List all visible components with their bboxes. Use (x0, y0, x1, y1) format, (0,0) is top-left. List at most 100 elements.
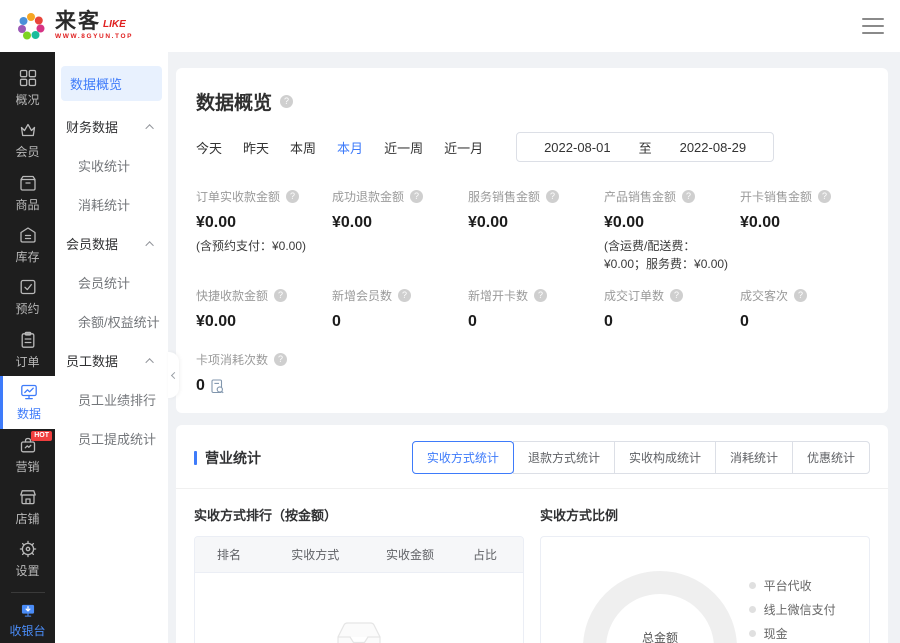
stat-label: 卡项消耗次数 (196, 351, 268, 368)
sidebar-item-cashier[interactable]: 收银台 (0, 586, 55, 639)
submenu-item-balance-stats[interactable]: 余额/权益统计 (55, 302, 168, 341)
sidebar-item-label: 预约 (15, 300, 39, 317)
doc-search-icon[interactable] (211, 379, 224, 394)
help-icon[interactable] (546, 190, 559, 203)
tab-refund-method[interactable]: 退款方式统计 (513, 441, 615, 474)
stat-service-sales: 服务销售金额 ¥0.00 (468, 188, 596, 273)
legend-label: 现金 (764, 625, 788, 642)
tab-receipt-composition[interactable]: 实收构成统计 (614, 441, 716, 474)
stat-value: ¥0.00 (196, 214, 324, 232)
legend-dot (749, 630, 756, 637)
top-header: 来客 LIKE WWW.8GYUN.TOP (0, 0, 900, 52)
submenu-item-staff-ranking[interactable]: 员工业绩排行 (55, 380, 168, 419)
filter-last-week[interactable]: 近一周 (384, 138, 423, 157)
page-title: 数据概览 (196, 88, 272, 115)
help-icon[interactable] (274, 289, 287, 302)
empty-state: 暂无数据 (195, 619, 523, 643)
crown-icon (19, 121, 37, 139)
sidebar-item-members[interactable]: 会员 (0, 114, 55, 166)
filter-this-month[interactable]: 本月 (337, 138, 363, 157)
submenu-item-consumption-stats[interactable]: 消耗统计 (55, 185, 168, 224)
sidebar-item-label: 订单 (15, 353, 39, 370)
date-end[interactable]: 2022-08-29 (680, 140, 747, 155)
stats-row-1: 订单实收款金额 ¥0.00 (含预约支付：¥0.00) 成功退款金额 ¥0.00… (196, 188, 868, 273)
main-content: 数据概览 今天 昨天 本周 本月 近一周 近一月 2022-08-01 至 20… (168, 52, 900, 643)
sidebar-item-inventory[interactable]: 库存 (0, 219, 55, 271)
help-icon[interactable] (280, 95, 293, 108)
legend-item[interactable]: 现金 (749, 625, 849, 642)
filter-this-week[interactable]: 本周 (290, 138, 316, 157)
legend-item[interactable]: 平台代收 (749, 577, 849, 594)
submenu-group-label: 员工数据 (66, 351, 118, 370)
filter-yesterday[interactable]: 昨天 (243, 138, 269, 157)
filter-today[interactable]: 今天 (196, 138, 222, 157)
help-icon[interactable] (286, 190, 299, 203)
date-range-picker[interactable]: 2022-08-01 至 2022-08-29 (516, 132, 774, 162)
sidebar-collapse-handle[interactable] (168, 352, 179, 398)
filter-last-month[interactable]: 近一月 (444, 138, 483, 157)
help-icon[interactable] (818, 190, 831, 203)
business-stats-card: 营业统计 实收方式统计 退款方式统计 实收构成统计 消耗统计 优惠统计 实收方式… (176, 425, 888, 643)
table-header-row: 排名 实收方式 实收金额 占比 (195, 537, 523, 573)
help-icon[interactable] (534, 289, 547, 302)
sidebar-item-shop[interactable]: 店铺 (0, 481, 55, 533)
app-window: 来客 LIKE WWW.8GYUN.TOP 概况 (0, 0, 900, 643)
sidebar-item-label: 概况 (15, 91, 39, 108)
stat-value: ¥0.00 (468, 214, 596, 232)
donut-chart: 总金额 ¥0.00 (583, 571, 737, 643)
sidebar-item-appointments[interactable]: 预约 (0, 272, 55, 324)
help-icon[interactable] (682, 190, 695, 203)
stat-product-sales: 产品销售金额 ¥0.00 (含运费/配送费：¥0.00；服务费：¥0.00) (604, 188, 732, 273)
sidebar-item-overview[interactable]: 概况 (0, 62, 55, 114)
submenu-group-members[interactable]: 会员数据 (55, 224, 168, 263)
panel-title: 实收方式排行（按金额） (194, 505, 524, 524)
submenu-item-staff-commission[interactable]: 员工提成统计 (55, 419, 168, 458)
stat-label: 成功退款金额 (332, 188, 404, 205)
help-icon[interactable] (670, 289, 683, 302)
sidebar-item-label: 店铺 (15, 510, 39, 527)
sidebar-item-settings[interactable]: 设置 (0, 534, 55, 586)
logo[interactable]: 来客 LIKE WWW.8GYUN.TOP (14, 9, 133, 43)
stat-value: 0 (604, 313, 732, 331)
cashier-monitor-icon (19, 603, 37, 618)
help-icon[interactable] (410, 190, 423, 203)
legend-label: 线上微信支付 (764, 601, 836, 618)
data-monitor-icon (20, 383, 38, 401)
submenu-group-label: 会员数据 (66, 234, 118, 253)
submenu-item-member-stats[interactable]: 会员统计 (55, 263, 168, 302)
stat-completed-orders: 成交订单数 0 (604, 287, 732, 331)
hamburger-menu-icon[interactable] (862, 18, 884, 34)
tab-receipt-method[interactable]: 实收方式统计 (412, 441, 514, 474)
legend-item[interactable]: 线上微信支付 (749, 601, 849, 618)
stats-row-2: 快捷收款金额 ¥0.00 新增会员数 0 新增开卡数 0 成交订单数 0 (196, 287, 868, 331)
tab-consumption[interactable]: 消耗统计 (715, 441, 793, 474)
stat-card-sales: 开卡销售金额 ¥0.00 (740, 188, 868, 273)
stat-value: ¥0.00 (604, 214, 732, 232)
sidebar-item-label: 库存 (15, 248, 39, 265)
date-start[interactable]: 2022-08-01 (544, 140, 611, 155)
stat-value: 0 (468, 313, 596, 331)
tab-discount[interactable]: 优惠统计 (792, 441, 870, 474)
submenu-group-finance[interactable]: 财务数据 (55, 107, 168, 146)
submenu-item-receipt-stats[interactable]: 实收统计 (55, 146, 168, 185)
help-icon[interactable] (398, 289, 411, 302)
stat-customer-visits: 成交客次 0 (740, 287, 868, 331)
inbox-icon (333, 619, 385, 643)
storefront-icon (19, 488, 37, 506)
help-icon[interactable] (794, 289, 807, 302)
legend-dot (749, 606, 756, 613)
sidebar-item-label: 营销 (15, 458, 39, 475)
sidebar-item-orders[interactable]: 订单 (0, 324, 55, 376)
gear-icon (19, 540, 37, 558)
stat-value: 0 (196, 377, 205, 395)
help-icon[interactable] (274, 353, 287, 366)
brand-url: WWW.8GYUN.TOP (55, 34, 133, 41)
sidebar-item-products[interactable]: 商品 (0, 167, 55, 219)
sidebar-item-data[interactable]: 数据 (0, 376, 55, 428)
submenu-item-data-overview[interactable]: 数据概览 (61, 66, 162, 101)
proportion-chart-box: 总金额 ¥0.00 平台代收 线上微信支付 现金 其他 微信（记账） 支付宝（ (540, 536, 870, 643)
submenu-group-staff[interactable]: 员工数据 (55, 341, 168, 380)
clipboard-icon (19, 331, 37, 349)
sidebar-item-marketing[interactable]: HOT 营销 (0, 429, 55, 481)
calendar-check-icon (19, 278, 37, 296)
